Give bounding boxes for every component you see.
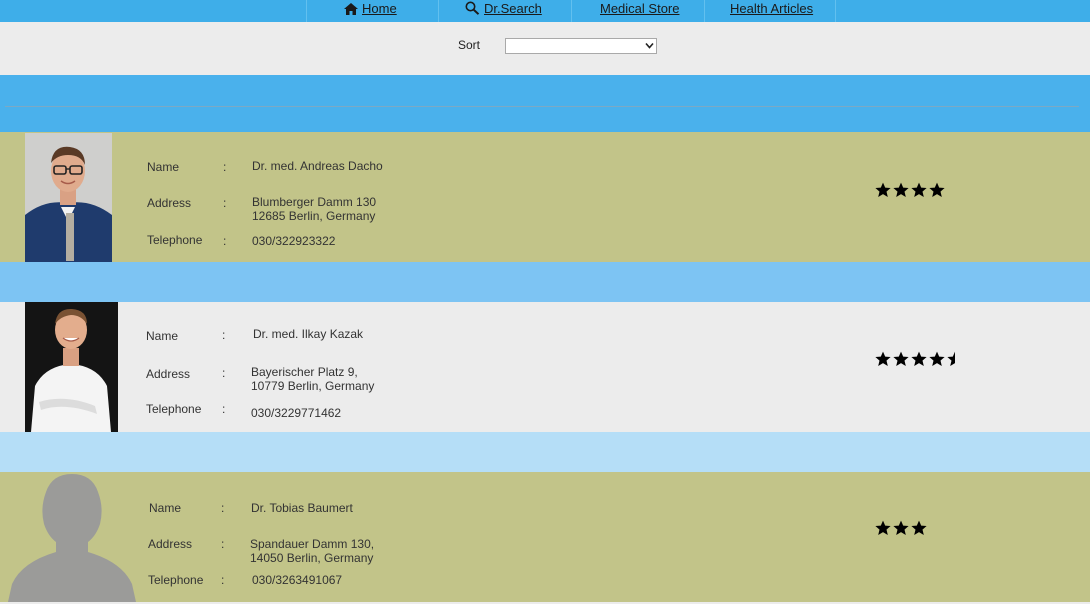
address-label: Address	[146, 367, 191, 381]
chevron-down-icon	[645, 42, 654, 49]
colon: :	[223, 160, 227, 174]
doctor-card[interactable]: Name : Dr. med. Andreas Dacho Address : …	[0, 132, 1090, 262]
address-line-1: Bayerischer Platz 9,	[251, 365, 358, 379]
star-icon	[893, 520, 909, 535]
row-spacer	[0, 432, 1090, 472]
doctor-card[interactable]: Name : Dr. med. Ilkay Kazak Address : Ba…	[0, 302, 1090, 432]
star-icon	[875, 351, 891, 366]
doctor-card[interactable]: Name : Dr. Tobias Baumert Address : Span…	[0, 472, 1090, 602]
name-label: Name	[146, 329, 179, 343]
star-icon	[929, 182, 945, 197]
sort-label: Sort	[458, 38, 481, 52]
nav-divider	[571, 0, 572, 22]
address-line-2: 14050 Berlin, Germany	[250, 551, 374, 565]
star-rating-graphic	[875, 520, 927, 535]
telephone-label: Telephone	[146, 402, 202, 416]
star-icon	[893, 182, 909, 197]
nav-store-label: Medical Store	[600, 1, 680, 16]
nav-divider	[835, 0, 836, 22]
sort-selected-value	[506, 43, 509, 55]
nav-divider	[704, 0, 705, 22]
colon: :	[222, 366, 226, 380]
home-icon	[344, 3, 358, 15]
address-label: Address	[148, 537, 193, 551]
nav-link-home[interactable]: Home	[344, 0, 397, 22]
sort-select[interactable]	[505, 38, 657, 54]
colon: :	[223, 196, 227, 210]
telephone-value: 030/3229771462	[251, 406, 342, 420]
address-line-2: 12685 Berlin, Germany	[252, 209, 376, 223]
nav-divider	[438, 0, 439, 22]
avatar	[8, 472, 136, 602]
telephone-value: 030/3263491067	[252, 573, 343, 587]
colon: :	[221, 501, 225, 515]
nav-link-health-articles[interactable]: Health Articles	[730, 0, 813, 22]
doctor-portrait-image	[25, 302, 118, 432]
person-silhouette-icon	[8, 474, 136, 602]
doctor-portrait-image	[25, 133, 112, 262]
rating-stars	[875, 520, 929, 538]
doctor-name: Dr. med. Andreas Dacho	[252, 159, 383, 173]
rating-stars	[875, 351, 965, 369]
colon: :	[221, 537, 225, 551]
divider-line	[5, 106, 1079, 107]
doctor-name: Dr. med. Ilkay Kazak	[253, 327, 364, 341]
top-navigation: Home Dr.Search Medical Store Health Arti…	[0, 0, 1090, 22]
colon: :	[223, 234, 227, 248]
star-icon	[875, 520, 891, 535]
colon: :	[221, 573, 225, 587]
star-icon	[911, 182, 927, 197]
star-icon	[911, 520, 927, 535]
row-spacer	[0, 262, 1090, 302]
name-label: Name	[147, 160, 180, 174]
results-header-band	[0, 75, 1090, 133]
star-icon	[929, 351, 945, 366]
doctor-photo	[25, 302, 118, 432]
telephone-label: Telephone	[148, 573, 204, 587]
nav-link-medical-store[interactable]: Medical Store	[600, 0, 679, 22]
star-icon	[893, 351, 909, 366]
telephone-value: 030/322923322	[252, 234, 336, 248]
rating-stars	[875, 182, 947, 200]
star-icon	[875, 182, 891, 197]
nav-divider	[306, 0, 307, 22]
nav-link-drsearch[interactable]: Dr.Search	[465, 0, 542, 22]
nav-home-label: Home	[362, 1, 397, 16]
star-icon	[911, 351, 927, 366]
star-rating-graphic	[875, 182, 945, 197]
colon: :	[222, 328, 226, 342]
doctor-name: Dr. Tobias Baumert	[251, 501, 353, 515]
search-icon	[465, 1, 480, 15]
address-label: Address	[147, 196, 192, 210]
address-line-2: 10779 Berlin, Germany	[251, 379, 375, 393]
star-rating-graphic	[875, 351, 955, 366]
name-label: Name	[149, 501, 182, 515]
colon: :	[222, 402, 226, 416]
nav-drsearch-label: Dr.Search	[484, 1, 542, 16]
nav-articles-label: Health Articles	[730, 1, 814, 16]
half-star-icon	[947, 351, 955, 366]
address-line-1: Blumberger Damm 130	[252, 195, 377, 209]
address-line-1: Spandauer Damm 130,	[250, 537, 375, 551]
doctor-photo	[25, 133, 112, 262]
telephone-label: Telephone	[147, 233, 203, 247]
